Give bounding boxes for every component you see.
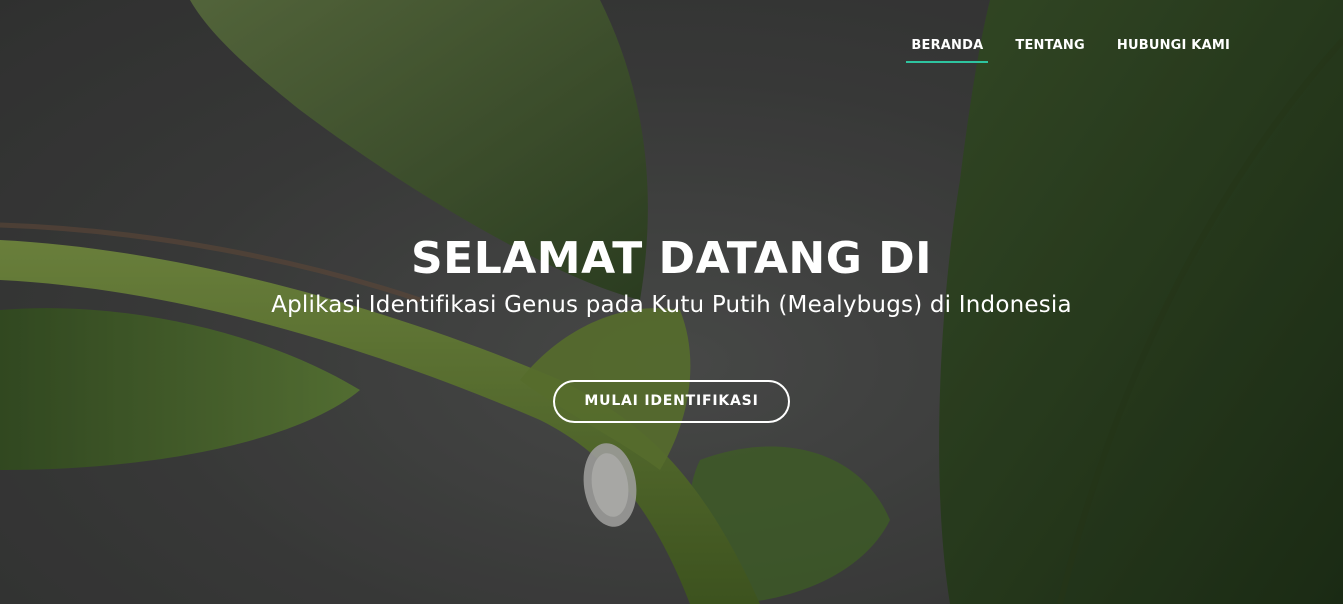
hero-content: SELAMAT DATANG DI Aplikasi Identifikasi … <box>0 228 1343 423</box>
hero-title: SELAMAT DATANG DI <box>410 233 933 284</box>
start-identification-button[interactable]: MULAI IDENTIFIKASI <box>553 380 790 423</box>
main-navigation: BERANDA TENTANG HUBUNGI KAMI <box>884 30 1235 63</box>
nav-item-tentang[interactable]: TENTANG <box>1010 30 1090 63</box>
hero-subtitle: Aplikasi Identifikasi Genus pada Kutu Pu… <box>271 292 1072 318</box>
hero-section: BERANDA TENTANG HUBUNGI KAMI SELAMAT DAT… <box>0 0 1343 604</box>
nav-item-hubungi-kami[interactable]: HUBUNGI KAMI <box>1112 30 1235 63</box>
nav-item-beranda[interactable]: BERANDA <box>906 30 989 63</box>
